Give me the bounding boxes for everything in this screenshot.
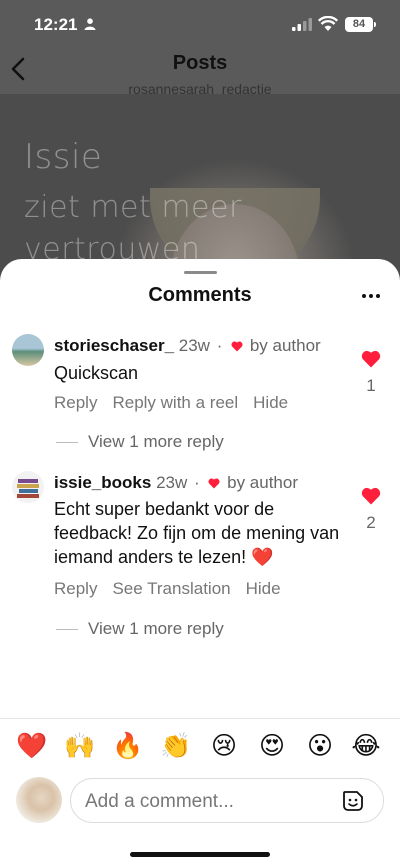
emoji-red-heart[interactable]: ❤️	[16, 730, 48, 762]
see-translation-button[interactable]: See Translation	[112, 579, 230, 598]
like-count: 1	[366, 376, 376, 395]
heart-icon	[231, 341, 243, 352]
reply-button[interactable]: Reply	[54, 393, 97, 412]
separator-dot: ·	[193, 473, 200, 492]
separator-dot: ·	[216, 336, 223, 355]
top-nav: Posts rosannesarah_redactie	[0, 48, 400, 94]
post-overlay-line2: ziet met meer	[24, 190, 242, 225]
comment-header: issie_books 23w · by author	[54, 473, 298, 493]
more-options-icon[interactable]	[360, 291, 382, 301]
person-icon	[84, 18, 96, 30]
emoji-heart-eyes[interactable]: 😍	[256, 730, 288, 762]
emoji-surprised-face[interactable]: 😮	[304, 730, 336, 762]
avatar[interactable]	[12, 334, 44, 366]
cellular-signal-icon	[292, 18, 312, 31]
reply-button[interactable]: Reply	[54, 579, 97, 598]
comment-input-placeholder[interactable]: Add a comment...	[85, 791, 234, 813]
page-subtitle: rosannesarah_redactie	[128, 81, 272, 94]
page-title: Posts	[172, 52, 228, 74]
reply-with-reel-button[interactable]: Reply with a reel	[112, 393, 238, 412]
view-more-replies-label[interactable]: View 1 more reply	[88, 619, 224, 638]
thread-line	[56, 442, 78, 444]
comment-username[interactable]: storieschaser_	[54, 336, 174, 355]
current-user-avatar[interactable]	[16, 777, 62, 823]
comment-age: 23w	[178, 336, 210, 355]
hide-button[interactable]: Hide	[246, 579, 281, 598]
heart-icon[interactable]	[361, 350, 381, 368]
comment-text: Quickscan	[54, 363, 139, 383]
like-control[interactable]: 1	[358, 350, 384, 396]
view-more-replies-label[interactable]: View 1 more reply	[88, 432, 224, 451]
status-time: 12:21	[34, 15, 78, 34]
like-control[interactable]: 2	[358, 487, 384, 533]
thread-line	[56, 629, 78, 631]
heart-icon	[208, 478, 220, 489]
view-more-replies[interactable]: View 1 more reply	[56, 432, 224, 452]
divider	[0, 718, 400, 719]
sheet-grabber[interactable]	[184, 271, 217, 274]
sheet-title: Comments	[148, 284, 252, 306]
wifi-icon	[318, 16, 338, 31]
comment-actions: Reply See Translation Hide	[54, 579, 296, 599]
heart-icon[interactable]	[361, 487, 381, 505]
comment-username[interactable]: issie_books	[54, 473, 151, 492]
post-overlay-line1: Issie	[24, 137, 103, 177]
emoji-crying-face[interactable]: 😢	[208, 730, 240, 762]
emoji-fire[interactable]: 🔥	[112, 730, 144, 762]
hide-button[interactable]: Hide	[253, 393, 288, 412]
home-indicator	[130, 852, 270, 857]
comment-header: storieschaser_ 23w · by author	[54, 336, 321, 356]
liked-by-author-label: by author	[249, 336, 321, 355]
emoji-tears-of-joy[interactable]: 😂	[350, 730, 382, 762]
battery-indicator: 84	[345, 17, 376, 32]
books-stack-icon	[17, 479, 39, 498]
status-bar: 12:21 84	[0, 0, 400, 50]
avatar[interactable]	[12, 471, 44, 503]
comment-age: 23w	[156, 473, 188, 492]
liked-by-author-label: by author	[227, 473, 299, 492]
comment-actions: Reply Reply with a reel Hide	[54, 393, 303, 413]
emoji-raising-hands[interactable]: 🙌	[64, 730, 96, 762]
emoji-quick-reactions: ❤️ 🙌 🔥 👏 😢 😍 😮 😂	[0, 730, 400, 764]
emoji-clapping-hands[interactable]: 👏	[160, 730, 192, 762]
view-more-replies[interactable]: View 1 more reply	[56, 619, 224, 639]
like-count: 2	[366, 513, 376, 532]
comment-input[interactable]: Add a comment...	[70, 778, 384, 823]
sticker-icon[interactable]	[341, 789, 365, 813]
comment-text: Echt super bedankt voor de feedback! Zo …	[54, 499, 340, 567]
